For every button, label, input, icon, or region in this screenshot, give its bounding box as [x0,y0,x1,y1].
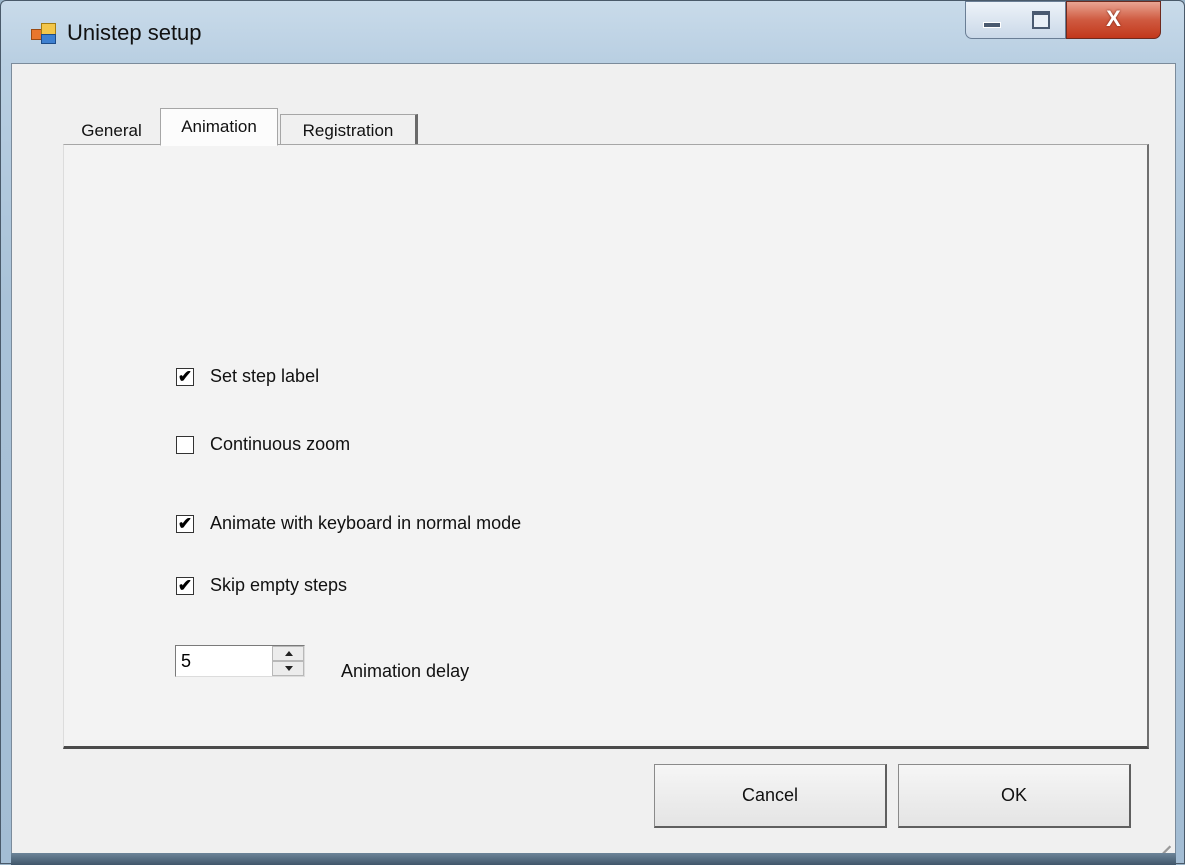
tab-animation[interactable]: Animation [160,108,278,146]
maximize-button[interactable] [1016,1,1066,39]
continuous-zoom-label[interactable]: Continuous zoom [210,434,350,455]
tab-general[interactable]: General [64,114,158,144]
app-icon [31,21,57,45]
skip-empty-steps-label[interactable]: Skip empty steps [210,575,347,596]
resize-grip-icon[interactable] [1149,825,1171,865]
stepper-buttons [272,646,304,676]
minimize-button[interactable] [965,1,1017,39]
animation-tab-panel: ✔ Set step label Continuous zoom ✔ Anima… [63,144,1149,749]
unistep-setup-window: Unistep setup X General Animation Regist… [0,0,1185,865]
title-bar[interactable]: Unistep setup X [1,1,1184,63]
animation-delay-stepper[interactable]: 5 [175,645,305,677]
window-title: Unistep setup [67,20,202,45]
animate-keyboard-label[interactable]: Animate with keyboard in normal mode [210,513,521,534]
cancel-button[interactable]: Cancel [654,764,887,828]
animate-keyboard-checkbox[interactable]: ✔ [176,515,194,533]
minimize-icon [983,22,1001,28]
set-step-label-label[interactable]: Set step label [210,366,319,387]
ok-button[interactable]: OK [898,764,1131,828]
dialog-client-area: General Animation Registration ✔ Set ste… [11,63,1176,865]
close-button[interactable]: X [1066,1,1161,39]
animation-delay-label: Animation delay [341,661,470,681]
close-icon: X [1106,6,1121,31]
background-edge [11,853,1176,865]
stepper-down-button[interactable] [272,661,304,676]
continuous-zoom-checkbox[interactable] [176,436,194,454]
animation-delay-value[interactable]: 5 [181,651,191,672]
set-step-label-checkbox[interactable]: ✔ [176,368,194,386]
skip-empty-steps-checkbox[interactable]: ✔ [176,577,194,595]
maximize-icon [1032,11,1050,29]
stepper-up-button[interactable] [272,646,304,661]
tab-registration[interactable]: Registration [280,114,418,144]
